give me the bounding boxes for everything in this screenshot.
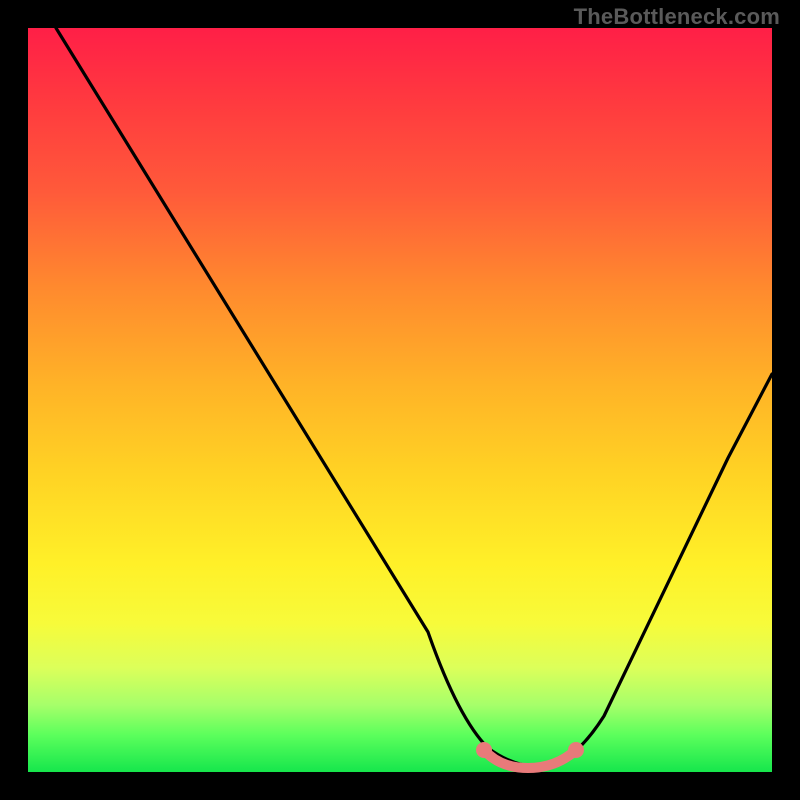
watermark-text: TheBottleneck.com (574, 4, 780, 30)
chart-container: TheBottleneck.com (0, 0, 800, 800)
highlight-dot-left (476, 742, 492, 758)
bottleneck-curve (28, 28, 772, 772)
curve-path (56, 28, 772, 767)
highlight-dot-right (568, 742, 584, 758)
